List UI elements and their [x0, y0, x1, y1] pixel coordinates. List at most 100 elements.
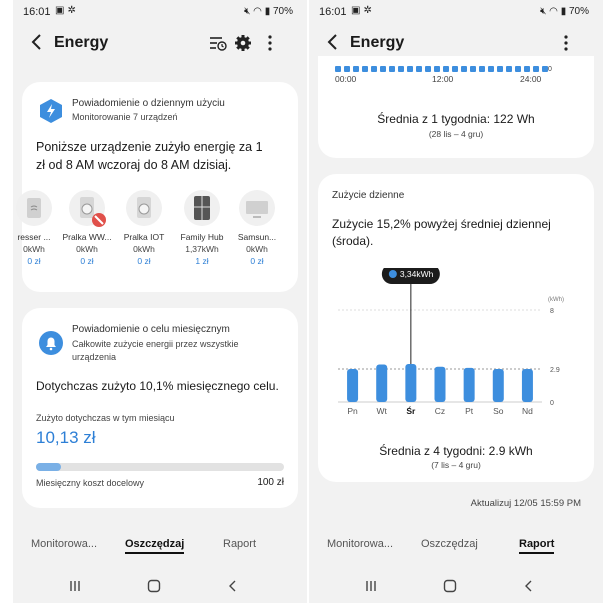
status-time: 16:01: [319, 6, 347, 18]
bell-icon: [39, 331, 63, 355]
tab-report[interactable]: Raport: [519, 538, 555, 554]
device-item[interactable]: resser ... 0kWh 0 zł: [13, 190, 62, 266]
hourly-bar: [506, 66, 512, 72]
device-name: Pralka IOT: [123, 232, 165, 242]
monthly-goal-card[interactable]: Powiadomienie o celu miesięcznym Całkowi…: [22, 308, 298, 508]
signal-icon: ▮: [264, 6, 271, 17]
wifi-icon: ◠: [253, 6, 262, 17]
hourly-bar: [398, 66, 404, 72]
washer-icon: [69, 190, 106, 227]
tab-monitoring[interactable]: Monitorowa...: [31, 538, 97, 550]
battery-text: 70%: [272, 6, 293, 17]
device-price: 0 zł: [80, 256, 94, 266]
chart-bar[interactable]: [347, 369, 359, 402]
system-nav-bar: [309, 569, 603, 603]
device-item[interactable]: Samsun... 0kWh 0 zł: [229, 190, 285, 266]
daily-usage-card[interactable]: Zużycie dzienne Zużycie 15,2% powyżej śr…: [318, 174, 594, 482]
hourly-bar: [461, 66, 467, 72]
x-tick-label: Pn: [347, 406, 358, 416]
device-kwh: 0kWh: [76, 244, 98, 254]
y-tick-zero: 0: [548, 66, 552, 73]
x-tick-label: Wt: [377, 406, 388, 416]
battery-text: 70%: [568, 6, 589, 17]
wifi-icon: ◠: [549, 6, 558, 17]
mute-icon: 🔇︎: [244, 6, 251, 17]
x-tick-label: Cz: [435, 406, 445, 416]
x-tick: 12:00: [432, 74, 454, 84]
device-name: Family Hub: [180, 232, 224, 242]
recent-apps-icon[interactable]: [363, 578, 379, 594]
hourly-bar: [416, 66, 422, 72]
tab-save[interactable]: Oszczędzaj: [125, 538, 185, 554]
x-tick: 24:00: [520, 74, 542, 84]
hourly-usage-card[interactable]: 0 00:00 12:00 24:00 Średnia z 1 tygodnia…: [318, 56, 594, 158]
weekly-range: (28 lis – 4 gru): [428, 129, 484, 139]
card-message: Poniższe urządzenie zużyło energię za 1 …: [36, 140, 263, 172]
recent-apps-icon[interactable]: [67, 578, 83, 594]
back-arrow-icon[interactable]: [323, 32, 343, 52]
hourly-bar: [335, 66, 341, 72]
more-options-icon[interactable]: [557, 34, 575, 52]
status-time: 16:01: [23, 6, 51, 18]
card-heading: Powiadomienie o dziennym użyciu: [72, 98, 225, 109]
app-bar: Energy: [13, 26, 307, 62]
hourly-bar: [488, 66, 494, 72]
device-kwh: 1,37kWh: [185, 244, 219, 254]
back-icon[interactable]: [521, 578, 537, 594]
chart-bar[interactable]: [376, 364, 388, 402]
status-right: 🔇︎ ◠ ▮ 70%: [540, 6, 589, 17]
four-week-range: (7 lis – 4 gru): [431, 460, 481, 470]
chart-bar[interactable]: [434, 366, 446, 402]
hourly-bar: [371, 66, 377, 72]
chart-bar[interactable]: [521, 369, 533, 402]
chart-bar[interactable]: [405, 363, 417, 402]
device-kwh: 0kWh: [23, 244, 45, 254]
notification-icons: ▣✲: [351, 5, 375, 16]
chart-bar[interactable]: [463, 367, 475, 402]
hourly-bar: [389, 66, 395, 72]
fridge-icon: [184, 190, 220, 226]
hourly-bar: [380, 66, 386, 72]
device-name: resser ...: [17, 232, 51, 242]
hourly-bar: [344, 66, 350, 72]
hourly-bar: [452, 66, 458, 72]
goal-progress-fill: [36, 463, 62, 471]
used-value: 10,13 zł: [36, 428, 96, 447]
chart-bar[interactable]: [492, 369, 504, 402]
page-title: Energy: [54, 34, 109, 51]
washer-icon: [126, 190, 162, 226]
used-label: Zużyto dotychczas w tym miesiącu: [36, 413, 175, 423]
history-settings-icon[interactable]: [209, 34, 227, 52]
card-subheading: Całkowite zużycie energii przez wszystki…: [72, 339, 239, 362]
page-title: Energy: [350, 34, 405, 51]
x-tick-label: So: [493, 406, 504, 416]
x-tick-label: Nd: [522, 406, 533, 416]
device-name: Pralka WW...: [62, 232, 112, 242]
back-arrow-icon[interactable]: [27, 32, 47, 52]
device-name: Samsun...: [237, 232, 277, 242]
tab-report[interactable]: Raport: [223, 538, 256, 550]
device-item[interactable]: Pralka IOT 0kWh 0 zł: [116, 190, 172, 266]
system-nav-bar: [13, 569, 307, 603]
back-icon[interactable]: [225, 578, 241, 594]
home-icon[interactable]: [442, 578, 458, 594]
hourly-bar: [515, 66, 521, 72]
target-value: 100 zł: [257, 477, 284, 488]
tab-monitoring[interactable]: Monitorowa...: [327, 538, 393, 550]
device-kwh: 0kWh: [133, 244, 155, 254]
right-screen: 16:01 ▣✲ 🔇︎ ◠ ▮ 70% Energy 0 00:00 12:00…: [309, 0, 603, 603]
home-icon[interactable]: [146, 578, 162, 594]
more-options-icon[interactable]: [261, 34, 279, 52]
x-tick: 00:00: [335, 74, 357, 84]
gear-icon[interactable]: [234, 34, 252, 52]
notification-icons: ▣✲: [55, 5, 79, 16]
tab-save[interactable]: Oszczędzaj: [421, 538, 478, 550]
device-item[interactable]: Family Hub 1,37kWh 1 zł: [174, 190, 230, 266]
device-price: 0 zł: [27, 256, 41, 266]
bottom-tab-bar: Monitorowa... Oszczędzaj Raport: [309, 528, 603, 562]
hourly-bar: [425, 66, 431, 72]
device-item[interactable]: Pralka WW... 0kWh 0 zł: [59, 190, 115, 266]
hourly-bar: [497, 66, 503, 72]
hourly-bar: [479, 66, 485, 72]
mute-icon: 🔇︎: [540, 6, 547, 17]
